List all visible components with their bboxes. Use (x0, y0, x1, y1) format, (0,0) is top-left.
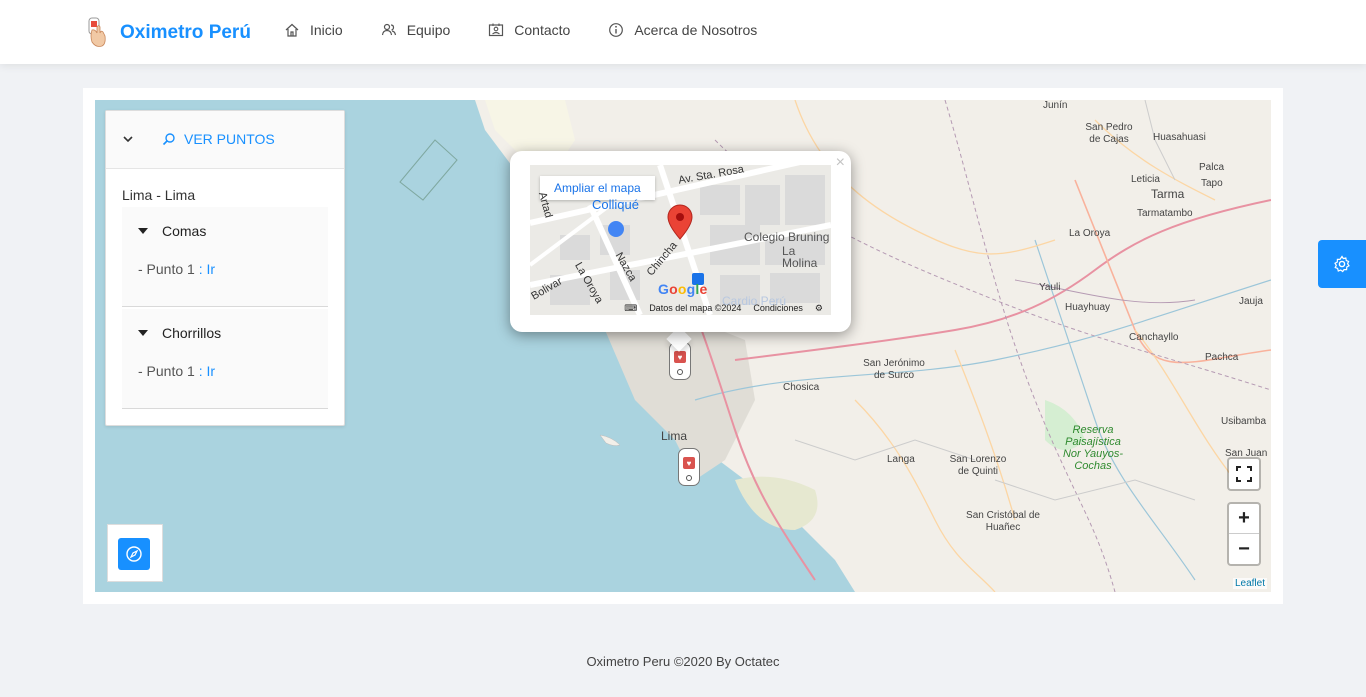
nav-inicio-label: Inicio (310, 22, 343, 38)
map-label-junin: Junín (1043, 100, 1068, 111)
caret-down-icon (138, 330, 148, 336)
nav-contacto[interactable]: Contacto (488, 22, 570, 38)
chevron-down-icon[interactable] (122, 133, 134, 145)
gear-icon[interactable]: ⚙ (815, 303, 823, 314)
ir-link-comas[interactable]: Ir (207, 261, 216, 277)
map-label-leticia: Leticia (1131, 174, 1160, 185)
locate-control (107, 524, 163, 582)
map-label-huanec: San Cristóbal de Huañec (966, 510, 1040, 533)
group-comas-toggle[interactable]: Comas (138, 223, 206, 239)
ir-link-chorrillos[interactable]: Ir (207, 363, 216, 379)
embedded-google-map[interactable]: Ampliar el mapa Av. Sta. Rosa Nazca Chin… (530, 165, 831, 315)
gear-icon (1334, 255, 1350, 273)
group-chorrillos-toggle[interactable]: Chorrillos (138, 325, 221, 341)
place-label: La Molina (782, 244, 818, 270)
map-label-san-pedro: San Pedro de Cajas (1085, 122, 1133, 145)
compass-button[interactable] (118, 538, 150, 570)
search-location-icon (162, 133, 175, 146)
map-label-canchayllo: Canchayllo (1129, 332, 1179, 343)
map-label-jauja: Jauja (1239, 296, 1263, 307)
map-label-tarmatambo: Tarmatambo (1137, 208, 1193, 219)
map-label-reserva: Reserva Paisajística Nor Yauyos-Cochas (1062, 424, 1124, 472)
map-label-huayhuay: Huayhuay (1065, 302, 1111, 313)
compass-icon (126, 546, 142, 562)
oximeter-logo-icon (84, 16, 110, 50)
map-marker-chorrillos[interactable]: ♥ (678, 448, 700, 486)
map-label-tapo: Tapo (1201, 178, 1223, 189)
nav-contacto-label: Contacto (514, 22, 571, 38)
fullscreen-control (1227, 457, 1261, 491)
nav-equipo[interactable]: Equipo (381, 22, 451, 38)
panel-header: VER PUNTOS (106, 111, 344, 169)
nav-acerca[interactable]: Acerca de Nosotros (608, 22, 757, 38)
map-data-attribution: Datos del mapa ©2024 (649, 303, 742, 313)
team-icon (381, 23, 396, 36)
nav-equipo-label: Equipo (406, 22, 451, 38)
top-header: Oximetro Perú Inicio Equipo Contacto Ace… (0, 0, 1366, 64)
nav-acerca-label: Acerca de Nosotros (634, 22, 758, 38)
map-label-chosica: Chosica (783, 382, 820, 393)
region-title: Lima - Lima (122, 187, 196, 203)
group-comas: Comas - Punto 1 : Ir (122, 207, 328, 307)
map-label-yauli: Yauli (1039, 282, 1061, 293)
fullscreen-icon (1236, 466, 1252, 482)
home-icon (285, 23, 299, 37)
brand-title: Oximetro Perú (120, 22, 251, 43)
heart-icon: ♥ (674, 351, 686, 363)
map-label-tarma: Tarma (1151, 187, 1185, 201)
page-footer: Oximetro Peru ©2020 By Octatec (586, 654, 780, 669)
terms-link[interactable]: Condiciones (753, 303, 803, 313)
group-chorrillos-label: Chorrillos (162, 325, 222, 341)
map-label-palca: Palca (1199, 162, 1225, 173)
google-map-footer: ⌨ Datos del mapa ©2024 Condiciones ⚙ (530, 301, 831, 315)
info-icon (609, 23, 624, 37)
zoom-out-button[interactable]: − (1229, 534, 1259, 564)
map-label-pachca: Pachca (1205, 352, 1239, 363)
group-comas-label: Comas (162, 223, 207, 239)
fullscreen-button[interactable] (1229, 459, 1259, 489)
zoom-in-button[interactable]: + (1229, 504, 1259, 534)
map-label-huasahuasi: Huasahuasi (1153, 132, 1206, 143)
place-label: Colliqué (592, 197, 639, 212)
map-label-langa: Langa (887, 454, 915, 465)
ver-puntos-label: VER PUNTOS (184, 131, 275, 147)
ver-puntos-button[interactable]: VER PUNTOS (162, 131, 275, 147)
map-label-la-oroya: La Oroya (1069, 228, 1111, 239)
map-label-surco: San Jerónimo de Surco (863, 358, 925, 381)
map-label-quinti: San Lorenzo de Quinti (949, 454, 1007, 477)
keyboard-icon[interactable]: ⌨ (624, 303, 637, 314)
leaflet-map[interactable]: Lima Chosica San Jerónimo de Surco Langa… (95, 100, 1271, 592)
main-nav: Inicio Equipo Contacto Acerca de Nosotro… (284, 22, 795, 38)
popup-close-button[interactable]: × (836, 155, 845, 171)
group-chorrillos: Chorrillos - Punto 1 : Ir (122, 309, 328, 409)
map-popup: × Ampliar el mapa Av. Sta. Rosa Nazca Ch… (510, 151, 851, 332)
contact-icon (489, 23, 504, 37)
zoom-control: + − (1227, 502, 1261, 566)
brand[interactable]: Oximetro Perú (84, 16, 251, 50)
place-label: Colegio Bruning (744, 230, 830, 244)
google-logo: Google (658, 281, 708, 297)
group-chorrillos-point: - Punto 1 : Ir (138, 363, 216, 379)
nav-inicio[interactable]: Inicio (284, 22, 343, 38)
points-panel: VER PUNTOS Lima - Lima Comas - Punto 1 :… (105, 110, 345, 426)
heart-icon: ♥ (683, 457, 695, 469)
map-card: Lima Chosica San Jerónimo de Surco Langa… (83, 88, 1283, 604)
leaflet-attribution-link[interactable]: Leaflet (1232, 578, 1267, 589)
map-label-usibamba: Usibamba (1221, 416, 1267, 427)
map-label-lima: Lima (661, 429, 688, 443)
caret-down-icon (138, 228, 148, 234)
settings-button[interactable] (1318, 240, 1366, 288)
group-comas-point: - Punto 1 : Ir (138, 261, 216, 277)
